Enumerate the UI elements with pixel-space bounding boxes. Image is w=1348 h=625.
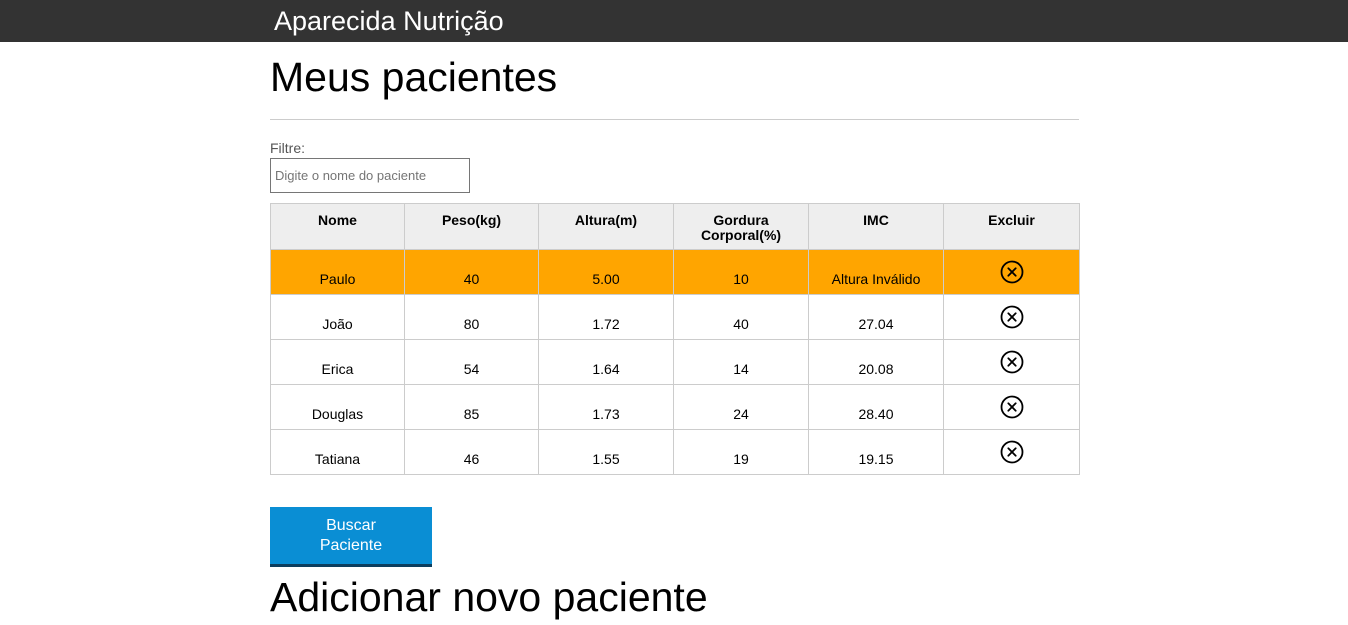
col-header-imc: IMC xyxy=(808,203,944,250)
cell-altura: 1.72 xyxy=(538,294,674,340)
cell-nome: Paulo xyxy=(270,249,405,295)
search-patient-button[interactable]: Buscar Paciente xyxy=(270,507,432,567)
close-circle-icon[interactable] xyxy=(1000,395,1024,422)
cell-gordura: 10 xyxy=(673,249,809,295)
cell-altura: 1.73 xyxy=(538,384,674,430)
close-circle-icon[interactable] xyxy=(1000,305,1024,332)
cell-peso: 80 xyxy=(404,294,539,340)
cell-peso: 40 xyxy=(404,249,539,295)
cell-excluir xyxy=(943,249,1080,295)
cell-nome: Tatiana xyxy=(270,429,405,475)
close-circle-icon[interactable] xyxy=(1000,260,1024,287)
table-row: Erica 54 1.64 14 20.08 xyxy=(270,339,1080,385)
cell-imc: 19.15 xyxy=(808,429,944,475)
cell-nome: Douglas xyxy=(270,384,405,430)
patients-table: Nome Peso(kg) Altura(m) Gordura Corporal… xyxy=(270,203,1080,475)
close-circle-icon[interactable] xyxy=(1000,350,1024,377)
cell-nome: Erica xyxy=(270,339,405,385)
col-header-nome: Nome xyxy=(270,203,405,250)
cell-imc: 20.08 xyxy=(808,339,944,385)
cell-imc: 28.40 xyxy=(808,384,944,430)
cell-excluir xyxy=(943,429,1080,475)
table-row: Douglas 85 1.73 24 28.40 xyxy=(270,384,1080,430)
cell-peso: 85 xyxy=(404,384,539,430)
cell-altura: 1.55 xyxy=(538,429,674,475)
page-title: Meus pacientes xyxy=(270,54,558,100)
add-patient-section-title: Adicionar novo paciente xyxy=(270,574,708,620)
cell-peso: 46 xyxy=(404,429,539,475)
cell-altura: 1.64 xyxy=(538,339,674,385)
cell-nome: João xyxy=(270,294,405,340)
cell-gordura: 19 xyxy=(673,429,809,475)
cell-gordura: 14 xyxy=(673,339,809,385)
table-row: Tatiana 46 1.55 19 19.15 xyxy=(270,429,1080,475)
col-header-excluir: Excluir xyxy=(943,203,1080,250)
table-row: Paulo 40 5.00 10 Altura Inválido xyxy=(270,249,1080,295)
cell-peso: 54 xyxy=(404,339,539,385)
cell-excluir xyxy=(943,339,1080,385)
filter-input[interactable] xyxy=(270,158,470,193)
cell-excluir xyxy=(943,294,1080,340)
filter-label: Filtre: xyxy=(270,140,305,156)
close-circle-icon[interactable] xyxy=(1000,440,1024,467)
cell-altura: 5.00 xyxy=(538,249,674,295)
cell-imc: 27.04 xyxy=(808,294,944,340)
col-header-gordura: Gordura Corporal(%) xyxy=(673,203,809,250)
cell-imc: Altura Inválido xyxy=(808,249,944,295)
cell-gordura: 24 xyxy=(673,384,809,430)
col-header-altura: Altura(m) xyxy=(538,203,674,250)
cell-gordura: 40 xyxy=(673,294,809,340)
table-row: João 80 1.72 40 27.04 xyxy=(270,294,1080,340)
top-bar: Aparecida Nutrição xyxy=(0,0,1348,42)
divider xyxy=(270,119,1079,120)
table-header-row: Nome Peso(kg) Altura(m) Gordura Corporal… xyxy=(270,203,1080,250)
patients-table-body: Paulo 40 5.00 10 Altura Inválido João 80 1.72 40… xyxy=(270,249,1080,475)
col-header-peso: Peso(kg) xyxy=(404,203,539,250)
cell-excluir xyxy=(943,384,1080,430)
brand-title: Aparecida Nutrição xyxy=(274,6,504,36)
